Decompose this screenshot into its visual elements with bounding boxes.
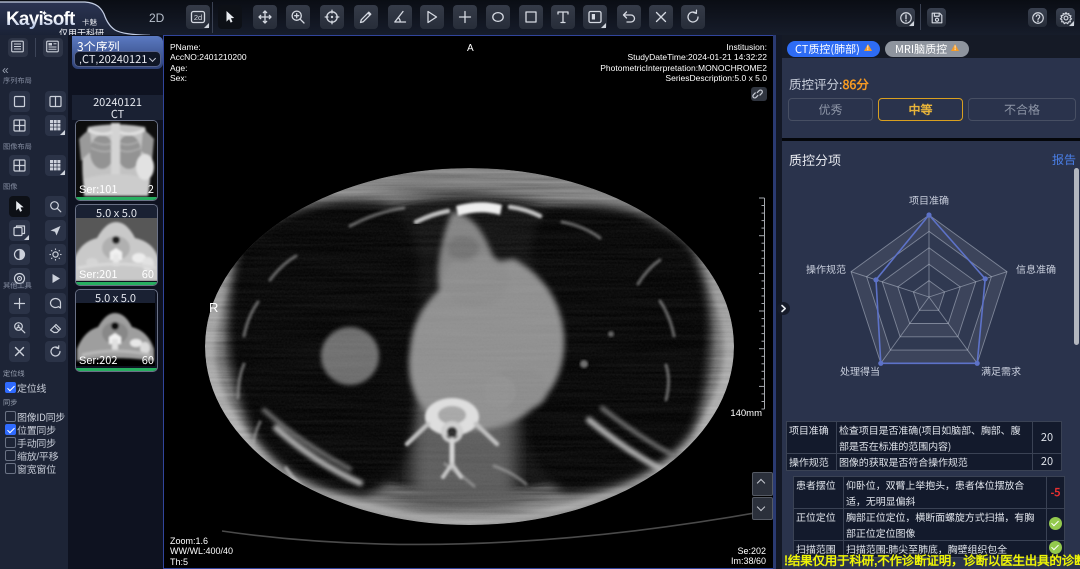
svg-text:信息准确: 信息准确 [1016, 261, 1056, 276]
svg-text:满足需求: 满足需求 [981, 363, 1021, 378]
svg-text:处理得当: 处理得当 [840, 363, 880, 378]
svg-text:2d: 2d [194, 13, 202, 22]
svg-text:项目准确: 项目准确 [909, 192, 949, 207]
svg-text:操作规范: 操作规范 [806, 261, 846, 276]
